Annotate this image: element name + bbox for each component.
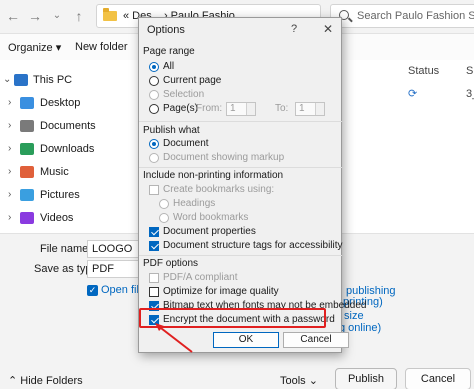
tools-label: Tools — [280, 375, 306, 387]
chevron-right-icon[interactable]: › — [8, 166, 11, 177]
radio-selection-label: Selection — [163, 89, 205, 100]
nav-item-pictures[interactable]: › Pictures — [0, 185, 140, 207]
organize-button[interactable]: Organize ▾ — [8, 41, 61, 54]
chevron-down-icon: ⌄ — [308, 375, 318, 387]
nav-item-this-pc[interactable]: ⌄ This PC — [0, 70, 140, 92]
nav-item-music[interactable]: › Music — [0, 162, 140, 184]
radio-document-label: Document — [163, 138, 209, 149]
non-printing-label: Include non-printing information — [143, 170, 284, 181]
nav-label: Desktop — [40, 97, 81, 109]
nav-label: Videos — [40, 212, 74, 224]
row-value: 3_ — [466, 88, 474, 100]
chevron-right-icon[interactable]: › — [8, 120, 11, 131]
hide-folders-toggle[interactable]: ⌃ Hide Folders — [8, 374, 83, 387]
checkbox-document-properties-label: Document properties — [163, 226, 256, 237]
open-file-checkbox[interactable]: ✓ — [87, 285, 98, 296]
radio-all-control[interactable] — [149, 62, 159, 72]
music-folder-icon — [20, 166, 34, 178]
hide-folders-label: Hide Folders — [20, 375, 83, 387]
nav-item-desktop[interactable]: › Desktop — [0, 93, 140, 115]
chevron-right-icon[interactable]: › — [8, 97, 11, 108]
up-arrow-icon[interactable]: ↑ — [70, 7, 88, 25]
publish-what-label: Publish what — [143, 125, 200, 136]
desktop-folder-icon — [20, 97, 34, 109]
section-divider — [139, 255, 342, 256]
column-header-size[interactable]: S — [466, 65, 473, 77]
dialog-title: Options — [147, 24, 185, 36]
ok-button[interactable]: OK — [213, 332, 279, 348]
search-box[interactable]: Search Paulo Fashion Store — [330, 4, 474, 28]
tools-menu[interactable]: Tools ⌄ — [280, 374, 318, 387]
nav-label: Downloads — [40, 143, 95, 155]
close-icon[interactable]: ✕ — [323, 22, 333, 36]
radio-all-label: All — [163, 61, 175, 72]
section-divider — [139, 167, 342, 168]
radio-headings-control — [159, 199, 169, 209]
pdf-options-label: PDF options — [143, 258, 199, 269]
page-range-label: Page range — [143, 46, 195, 57]
pictures-folder-icon — [20, 189, 34, 201]
computer-icon — [14, 74, 28, 86]
checkbox-document-properties-control[interactable] — [149, 227, 159, 237]
nav-label: Pictures — [40, 189, 80, 201]
checkbox-structure-tags-label: Document structure tags for accessibilit… — [163, 240, 343, 251]
radio-pages-control[interactable] — [149, 104, 159, 114]
annotation-highlight-box — [139, 308, 326, 328]
forward-arrow-icon[interactable]: → — [26, 7, 44, 25]
radio-pages-label: Page(s) — [163, 103, 199, 114]
navigation-pane: ⌄ This PC › Desktop › Documents › Downlo… — [0, 60, 140, 230]
chevron-down-icon[interactable]: ⌄ — [3, 74, 11, 85]
nav-label: This PC — [33, 74, 73, 86]
section-divider — [139, 121, 342, 122]
radio-current-page-control[interactable] — [149, 76, 159, 86]
recent-chevron-icon[interactable]: ⌄ — [48, 7, 66, 25]
new-folder-button[interactable]: New folder — [75, 41, 128, 53]
nav-label: Music — [40, 166, 69, 178]
checkbox-optimize-image-label: Optimize for image quality — [163, 286, 279, 297]
checkbox-optimize-image-control[interactable] — [149, 287, 159, 297]
search-placeholder: Search Paulo Fashion Store — [357, 10, 474, 22]
radio-headings-label: Headings — [173, 198, 216, 209]
radio-document-control[interactable] — [149, 139, 159, 149]
chevron-right-icon[interactable]: › — [8, 212, 11, 223]
checkbox-create-bookmarks-label: Create bookmarks using: — [163, 184, 275, 195]
chevron-right-icon[interactable]: › — [8, 189, 11, 200]
from-spinner[interactable]: 1 — [226, 102, 256, 116]
nav-item-videos[interactable]: › Videos — [0, 208, 140, 230]
file-name-label: File name: — [40, 243, 92, 255]
downloads-folder-icon — [20, 143, 34, 155]
videos-folder-icon — [20, 212, 34, 224]
nav-item-downloads[interactable]: › Downloads — [0, 139, 140, 161]
chevron-right-icon[interactable]: › — [8, 143, 11, 154]
help-icon[interactable]: ? — [291, 23, 297, 35]
from-label: From: — [196, 103, 223, 114]
checkbox-pdfa-control — [149, 273, 159, 283]
folder-icon — [103, 8, 117, 21]
nav-item-documents[interactable]: › Documents — [0, 116, 140, 138]
cancel-button[interactable]: Cancel — [405, 368, 471, 389]
size-text: size — [344, 310, 364, 322]
checkbox-create-bookmarks-control — [149, 185, 159, 195]
sync-icon: ⟳ — [408, 88, 418, 100]
radio-document-markup-control — [149, 153, 159, 163]
radio-current-page-label: Current page — [163, 75, 222, 86]
nav-label: Documents — [40, 120, 96, 132]
checkbox-structure-tags-control[interactable] — [149, 241, 159, 251]
radio-word-bookmarks-label: Word bookmarks — [173, 212, 249, 223]
back-arrow-icon[interactable]: ← — [4, 7, 22, 25]
radio-selection-control — [149, 90, 159, 100]
dialog-cancel-button[interactable]: Cancel — [283, 332, 349, 348]
chevron-up-icon: ⌃ — [8, 375, 18, 387]
column-header-status[interactable]: Status — [408, 65, 439, 77]
documents-folder-icon — [20, 120, 34, 132]
radio-document-markup-label: Document showing markup — [163, 152, 285, 163]
to-spinner[interactable]: 1 — [295, 102, 325, 116]
to-label: To: — [275, 103, 289, 114]
checkbox-pdfa-label: PDF/A compliant — [163, 272, 238, 283]
radio-word-bookmarks-control — [159, 213, 169, 223]
publish-button[interactable]: Publish — [335, 368, 397, 389]
options-dialog: Options ? ✕ Page range All Current page … — [138, 17, 366, 353]
